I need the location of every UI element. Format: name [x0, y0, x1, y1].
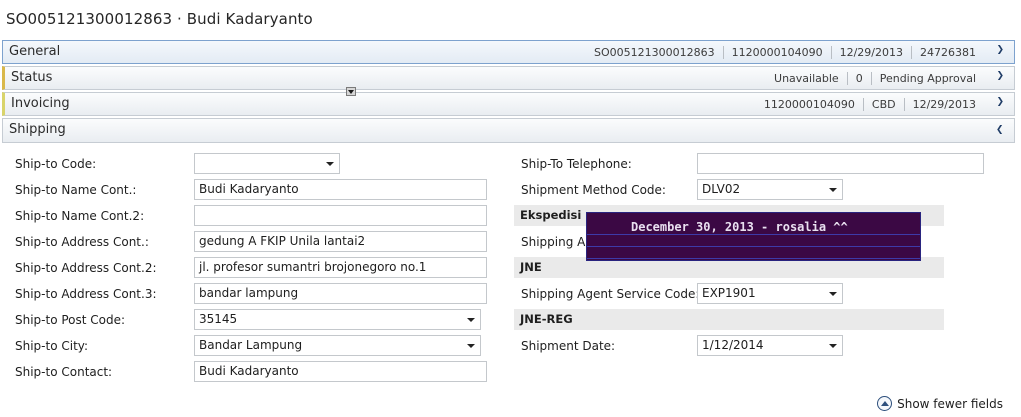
- fasttab-general[interactable]: General SO005121300012863 1120000104090 …: [2, 40, 1015, 64]
- show-fewer-label: Show fewer fields: [897, 396, 1003, 411]
- chevron-down-icon[interactable]: [467, 344, 475, 348]
- summary-order-date: 12/29/2013: [830, 46, 911, 59]
- chevron-down-icon[interactable]: ❯: [996, 97, 1004, 107]
- chevron-down-icon[interactable]: ❯: [996, 45, 1004, 55]
- summary-approval-status: Pending Approval: [870, 72, 984, 85]
- fasttab-status[interactable]: Status Unavailable 0 Pending Approval ❯: [2, 66, 1015, 90]
- ship-to-address-input[interactable]: gedung A FKIP Unila lantai2: [194, 231, 487, 252]
- fasttab-status-summary: Unavailable 0 Pending Approval: [766, 72, 984, 85]
- banner-line: [587, 246, 920, 247]
- page-title: SO005121300012863 · Budi Kadaryanto: [6, 10, 313, 28]
- chevron-down-icon[interactable]: [467, 318, 475, 322]
- dropdown-marker-icon[interactable]: [346, 87, 356, 96]
- summary-due-date: 12/29/2013: [903, 98, 984, 111]
- banner-line: [587, 258, 920, 259]
- summary-availability: Unavailable: [774, 72, 839, 85]
- ship-to-post-code-value: 35145: [199, 312, 238, 326]
- ship-to-code-select[interactable]: [194, 153, 340, 174]
- ship-to-name2-input[interactable]: [194, 205, 487, 226]
- ship-to-code-label: Ship-to Code:: [15, 157, 97, 171]
- shipping-agent-label: Shipping Ag: [521, 235, 593, 249]
- ship-to-address2-label: Ship-to Address Cont.2:: [15, 261, 157, 275]
- fasttab-general-label: General: [9, 44, 61, 59]
- ship-to-address2-input[interactable]: jl. profesor sumantri brojonegoro no.1: [194, 257, 487, 278]
- chevron-down-icon[interactable]: [829, 292, 837, 296]
- ship-to-address3-input[interactable]: bandar lampung: [194, 283, 487, 304]
- fasttab-invoicing-label: Invoicing: [11, 96, 70, 111]
- summary-payment-terms: CBD: [862, 98, 904, 111]
- show-fewer-fields-button[interactable]: Show fewer fields: [877, 396, 1003, 411]
- summary-count: 0: [846, 72, 871, 85]
- fasttab-general-summary: SO005121300012863 1120000104090 12/29/20…: [586, 46, 984, 59]
- ship-to-city-label: Ship-to City:: [15, 339, 89, 353]
- fasttab-shipping-label: Shipping: [9, 122, 66, 137]
- ship-to-contact-input[interactable]: Budi Kadaryanto: [194, 361, 487, 382]
- shipment-method-select[interactable]: DLV02: [697, 179, 843, 200]
- jne-reg-header: JNE-REG: [514, 309, 944, 330]
- ship-to-name-label: Ship-to Name Cont.:: [15, 183, 137, 197]
- shipment-date-select[interactable]: 1/12/2014: [697, 335, 843, 356]
- ship-to-telephone-input[interactable]: [697, 153, 984, 174]
- annotation-text: December 30, 2013 - rosalia ^^: [631, 220, 848, 234]
- banner-line: [587, 234, 920, 235]
- ship-to-name-input[interactable]: Budi Kadaryanto: [194, 179, 487, 200]
- summary-order-no: SO005121300012863: [593, 46, 715, 59]
- chevron-down-icon[interactable]: [829, 344, 837, 348]
- agent-service-code-select[interactable]: EXP1901: [697, 283, 843, 304]
- ship-to-post-code-label: Ship-to Post Code:: [15, 313, 126, 327]
- summary-external-no: 24726381: [911, 46, 984, 59]
- fasttab-invoicing[interactable]: Invoicing 1120000104090 CBD 12/29/2013 ❯: [2, 92, 1015, 116]
- shipment-date-value: 1/12/2014: [702, 338, 764, 352]
- chevron-down-icon[interactable]: [829, 188, 837, 192]
- shipment-date-label: Shipment Date:: [521, 339, 616, 353]
- summary-customer-no: 1120000104090: [722, 46, 831, 59]
- ship-to-city-select[interactable]: Bandar Lampung: [194, 335, 481, 356]
- ship-to-name2-label: Ship-to Name Cont.2:: [15, 209, 145, 223]
- ship-to-address-label: Ship-to Address Cont.:: [15, 235, 149, 249]
- shipment-method-label: Shipment Method Code:: [521, 183, 666, 197]
- summary-bill-to-no: 1120000104090: [763, 98, 855, 111]
- agent-service-code-value: EXP1901: [702, 286, 756, 300]
- fasttab-shipping[interactable]: Shipping ❯: [2, 118, 1015, 143]
- ship-to-address3-label: Ship-to Address Cont.3:: [15, 287, 157, 301]
- chevron-up-icon[interactable]: ❯: [996, 124, 1004, 134]
- collapse-up-icon: [877, 396, 893, 411]
- fasttab-invoicing-summary: 1120000104090 CBD 12/29/2013: [756, 98, 984, 111]
- chevron-down-icon[interactable]: [326, 162, 334, 166]
- shipment-method-value: DLV02: [702, 182, 741, 196]
- ship-to-telephone-label: Ship-To Telephone:: [521, 157, 632, 171]
- annotation-banner: December 30, 2013 - rosalia ^^: [586, 212, 921, 261]
- ship-to-contact-label: Ship-to Contact:: [15, 365, 113, 379]
- fasttab-status-label: Status: [11, 70, 53, 85]
- chevron-down-icon[interactable]: ❯: [996, 71, 1004, 81]
- ship-to-post-code-select[interactable]: 35145: [194, 309, 481, 330]
- ship-to-city-value: Bandar Lampung: [199, 338, 303, 352]
- agent-service-code-label: Shipping Agent Service Code:: [521, 287, 700, 301]
